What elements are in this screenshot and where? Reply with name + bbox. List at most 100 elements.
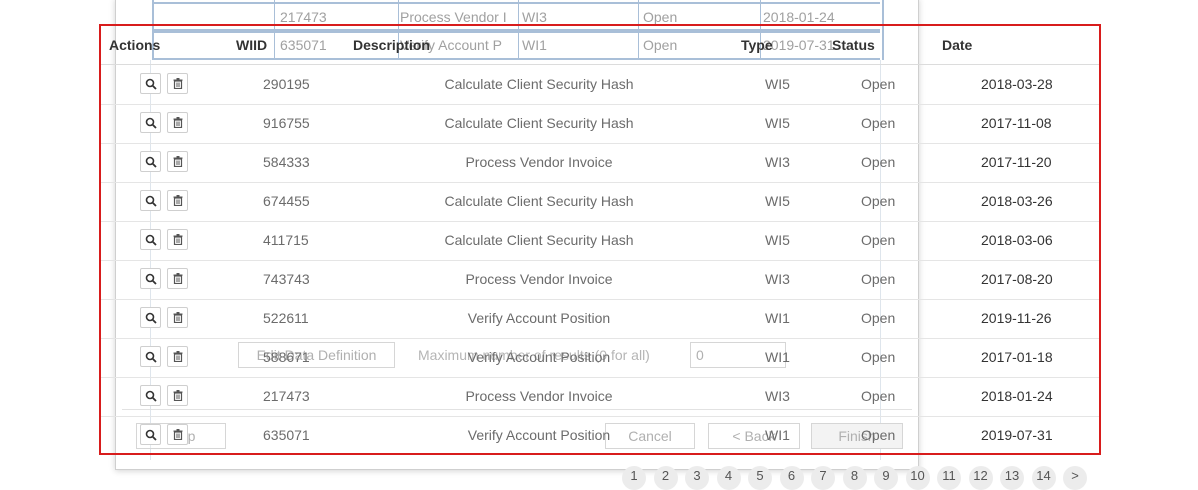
cell-status: Open bbox=[861, 271, 896, 287]
page-button[interactable]: 4 bbox=[716, 466, 741, 490]
table-row: 743743 Process Vendor Invoice WI3 Open 2017-… bbox=[101, 260, 1099, 300]
search-icon bbox=[145, 273, 157, 285]
delete-button[interactable] bbox=[167, 424, 188, 445]
cell-date: 2018-01-24 bbox=[981, 388, 1053, 404]
page-button[interactable]: 2 bbox=[653, 466, 678, 490]
delete-button[interactable] bbox=[167, 190, 188, 211]
page-button[interactable]: 6 bbox=[779, 466, 804, 490]
work-items-table: Actions WIID Description Type Status Dat… bbox=[99, 24, 1101, 455]
table-row: 588671 Verify Account Position WI1 Open 2017… bbox=[101, 338, 1099, 378]
table-row: 217473 Process Vendor Invoice WI3 Open 2018-… bbox=[101, 377, 1099, 417]
delete-button[interactable] bbox=[167, 151, 188, 172]
view-button[interactable] bbox=[140, 190, 161, 211]
cell-type: WI5 bbox=[765, 232, 790, 248]
cell-type: WI5 bbox=[765, 76, 790, 92]
header-wiid[interactable]: WIID bbox=[236, 37, 267, 53]
trash-icon bbox=[173, 117, 183, 128]
cell-description: Verify Account Position bbox=[467, 310, 611, 326]
page-button[interactable]: 11 bbox=[937, 466, 961, 490]
search-icon bbox=[145, 390, 157, 402]
cell-description: Calculate Client Security Hash bbox=[444, 193, 634, 209]
background-cell: Process Vendor I bbox=[400, 9, 507, 25]
page-button[interactable]: 7 bbox=[811, 466, 835, 490]
delete-button[interactable] bbox=[167, 307, 188, 328]
delete-button[interactable] bbox=[167, 385, 188, 406]
cell-type: WI3 bbox=[765, 271, 790, 287]
cell-wiid: 522611 bbox=[263, 310, 309, 326]
cell-date: 2018-03-06 bbox=[981, 232, 1053, 248]
page-button[interactable]: 5 bbox=[748, 466, 772, 490]
trash-icon bbox=[173, 351, 183, 362]
cell-description: Calculate Client Security Hash bbox=[444, 232, 634, 248]
cell-date: 2017-11-08 bbox=[981, 115, 1052, 131]
view-button[interactable] bbox=[140, 346, 161, 367]
background-cell: Open bbox=[643, 9, 678, 25]
cell-description: Process Vendor Invoice bbox=[465, 388, 613, 404]
page-button[interactable]: 3 bbox=[685, 466, 709, 490]
cell-status: Open bbox=[861, 154, 896, 170]
table-row: 916755 Calculate Client Security Hash WI5 O… bbox=[101, 104, 1099, 144]
cell-wiid: 217473 bbox=[263, 388, 310, 404]
delete-button[interactable] bbox=[167, 346, 188, 367]
search-icon bbox=[145, 156, 157, 168]
page-button[interactable]: 14 bbox=[1031, 466, 1056, 490]
view-button[interactable] bbox=[140, 112, 161, 133]
cell-description: Process Vendor Invoice bbox=[465, 154, 613, 170]
page-button[interactable]: 10 bbox=[905, 466, 930, 490]
cell-status: Open bbox=[861, 310, 896, 326]
cell-date: 2017-11-20 bbox=[981, 154, 1052, 170]
header-type[interactable]: Type bbox=[741, 37, 773, 53]
search-icon bbox=[145, 234, 157, 246]
delete-button[interactable] bbox=[167, 112, 188, 133]
trash-icon bbox=[173, 429, 183, 440]
cell-description: Calculate Client Security Hash bbox=[444, 115, 634, 131]
view-button[interactable] bbox=[140, 385, 161, 406]
trash-icon bbox=[173, 78, 183, 89]
view-button[interactable] bbox=[140, 268, 161, 289]
cell-date: 2019-07-31 bbox=[981, 427, 1053, 443]
cell-date: 2017-08-20 bbox=[981, 271, 1053, 287]
trash-icon bbox=[173, 273, 183, 284]
search-icon bbox=[145, 195, 157, 207]
delete-button[interactable] bbox=[167, 73, 188, 94]
trash-icon bbox=[173, 234, 183, 245]
table-row: 411715 Calculate Client Security Hash WI5 O… bbox=[101, 221, 1099, 261]
cell-wiid: 584333 bbox=[263, 154, 310, 170]
table-row: 522611 Verify Account Position WI1 Open 2019… bbox=[101, 299, 1099, 339]
view-button[interactable] bbox=[140, 73, 161, 94]
cell-date: 2018-03-26 bbox=[981, 193, 1053, 209]
delete-button[interactable] bbox=[167, 268, 188, 289]
page-button[interactable]: 13 bbox=[1000, 466, 1024, 490]
cell-date: 2019-11-26 bbox=[981, 310, 1052, 326]
table-row: 635071 Verify Account Position WI1 Open 2019… bbox=[101, 416, 1099, 455]
view-button[interactable] bbox=[140, 229, 161, 250]
view-button[interactable] bbox=[140, 151, 161, 172]
cell-wiid: 743743 bbox=[263, 271, 310, 287]
header-status[interactable]: Status bbox=[832, 37, 875, 53]
trash-icon bbox=[173, 156, 183, 167]
page-button[interactable]: 8 bbox=[842, 466, 867, 490]
cell-date: 2018-03-28 bbox=[981, 76, 1053, 92]
cell-wiid: 588671 bbox=[263, 349, 310, 365]
table-row: 674455 Calculate Client Security Hash WI5 O… bbox=[101, 182, 1099, 222]
delete-button[interactable] bbox=[167, 229, 188, 250]
cell-type: WI3 bbox=[765, 154, 790, 170]
cell-status: Open bbox=[861, 427, 896, 443]
header-date[interactable]: Date bbox=[942, 37, 972, 53]
header-description[interactable]: Description bbox=[353, 37, 430, 53]
view-button[interactable] bbox=[140, 424, 161, 445]
page-button[interactable]: 12 bbox=[968, 466, 993, 490]
header-actions: Actions bbox=[109, 37, 161, 53]
table-row: 584333 Process Vendor Invoice WI3 Open 2017-… bbox=[101, 143, 1099, 183]
search-icon bbox=[145, 351, 157, 363]
cell-status: Open bbox=[861, 115, 896, 131]
search-icon bbox=[145, 117, 157, 129]
next-page-button[interactable]: > bbox=[1063, 466, 1087, 490]
view-button[interactable] bbox=[140, 307, 161, 328]
cell-type: WI5 bbox=[765, 115, 790, 131]
table-row: 290195 Calculate Client Security Hash WI5 O… bbox=[101, 65, 1099, 105]
page-button[interactable]: 9 bbox=[874, 466, 898, 490]
cell-status: Open bbox=[861, 232, 896, 248]
page-button[interactable]: 1 bbox=[622, 466, 646, 490]
cell-type: WI1 bbox=[765, 349, 790, 365]
